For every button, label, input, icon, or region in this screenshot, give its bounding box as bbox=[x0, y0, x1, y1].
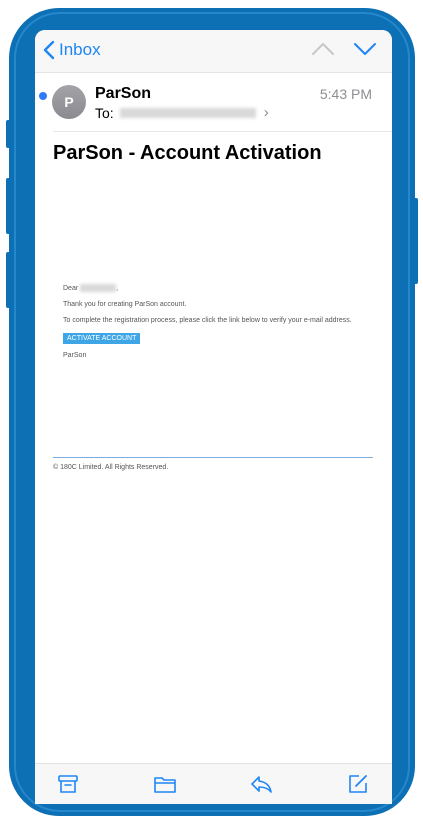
message-time: 5:43 PM bbox=[319, 86, 372, 102]
side-button-silent bbox=[6, 120, 11, 148]
folder-icon bbox=[154, 777, 176, 793]
avatar[interactable]: P bbox=[52, 85, 86, 119]
compose-button[interactable] bbox=[347, 773, 369, 800]
back-to-inbox-button[interactable]: Inbox bbox=[43, 38, 101, 62]
bottom-toolbar bbox=[35, 763, 392, 804]
footer-copyright: © 180C Limited. All Rights Reserved. bbox=[53, 464, 169, 471]
thanks-line: Thank you for creating ParSon account. bbox=[63, 301, 187, 308]
chevron-right-icon: › bbox=[263, 104, 269, 121]
recipient-line[interactable]: To: › bbox=[95, 104, 269, 121]
redacted-name bbox=[80, 284, 117, 293]
move-to-folder-button[interactable] bbox=[153, 773, 177, 800]
back-label: Inbox bbox=[59, 40, 101, 59]
footer-divider bbox=[53, 457, 373, 458]
compose-icon bbox=[349, 775, 367, 793]
greeting-line: Dear , bbox=[63, 284, 373, 293]
side-button-volume-up bbox=[6, 178, 11, 234]
activate-account-button[interactable]: ACTIVATE ACCOUNT bbox=[63, 333, 141, 344]
message-header: P ParSon To: › 5:43 PM bbox=[35, 78, 392, 130]
unread-indicator bbox=[39, 92, 47, 100]
phone-screen: Inbox P ParSon To: › 5:43 PM ParSon - Ac… bbox=[35, 30, 392, 804]
message-subject: ParSon - Account Activation bbox=[53, 142, 322, 164]
email-body: Dear , Thank you for creating ParSon acc… bbox=[63, 284, 373, 367]
side-button-power bbox=[413, 198, 418, 284]
redacted-recipient bbox=[119, 107, 256, 118]
chevron-down-icon bbox=[354, 43, 376, 55]
nav-bar: Inbox bbox=[35, 30, 392, 73]
chevron-up-icon bbox=[312, 43, 334, 55]
sender-name[interactable]: ParSon bbox=[95, 85, 151, 103]
greeting-text: Dear bbox=[63, 285, 79, 292]
to-label: To: bbox=[95, 104, 114, 121]
previous-message-button[interactable] bbox=[311, 41, 335, 62]
reply-button[interactable] bbox=[249, 773, 273, 800]
archive-button[interactable] bbox=[57, 773, 79, 800]
header-divider bbox=[53, 131, 392, 132]
side-button-volume-down bbox=[6, 252, 11, 308]
reply-icon bbox=[251, 776, 272, 793]
instruction-line: To complete the registration process, pl… bbox=[63, 317, 352, 324]
greeting-comma: , bbox=[116, 285, 119, 292]
chevron-left-icon bbox=[43, 40, 55, 60]
next-message-button[interactable] bbox=[353, 41, 377, 62]
signature: ParSon bbox=[63, 352, 87, 359]
archive-icon bbox=[58, 775, 78, 793]
